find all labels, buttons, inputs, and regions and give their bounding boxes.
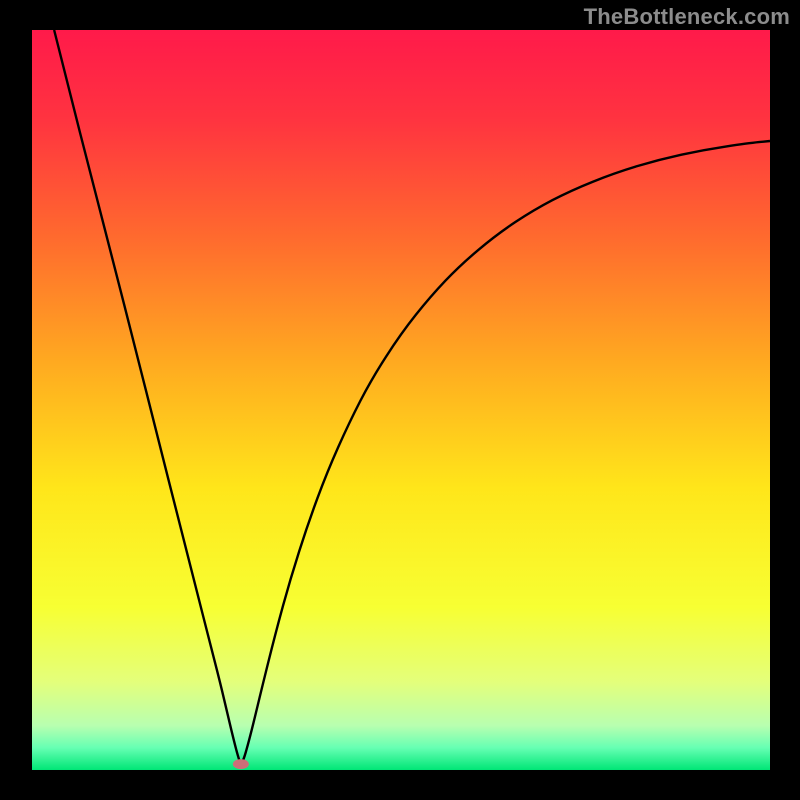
outer-frame: TheBottleneck.com — [0, 0, 800, 800]
watermark-text: TheBottleneck.com — [584, 4, 790, 30]
minimum-marker — [233, 759, 249, 769]
plot-background — [32, 30, 770, 770]
chart-canvas — [0, 0, 800, 800]
